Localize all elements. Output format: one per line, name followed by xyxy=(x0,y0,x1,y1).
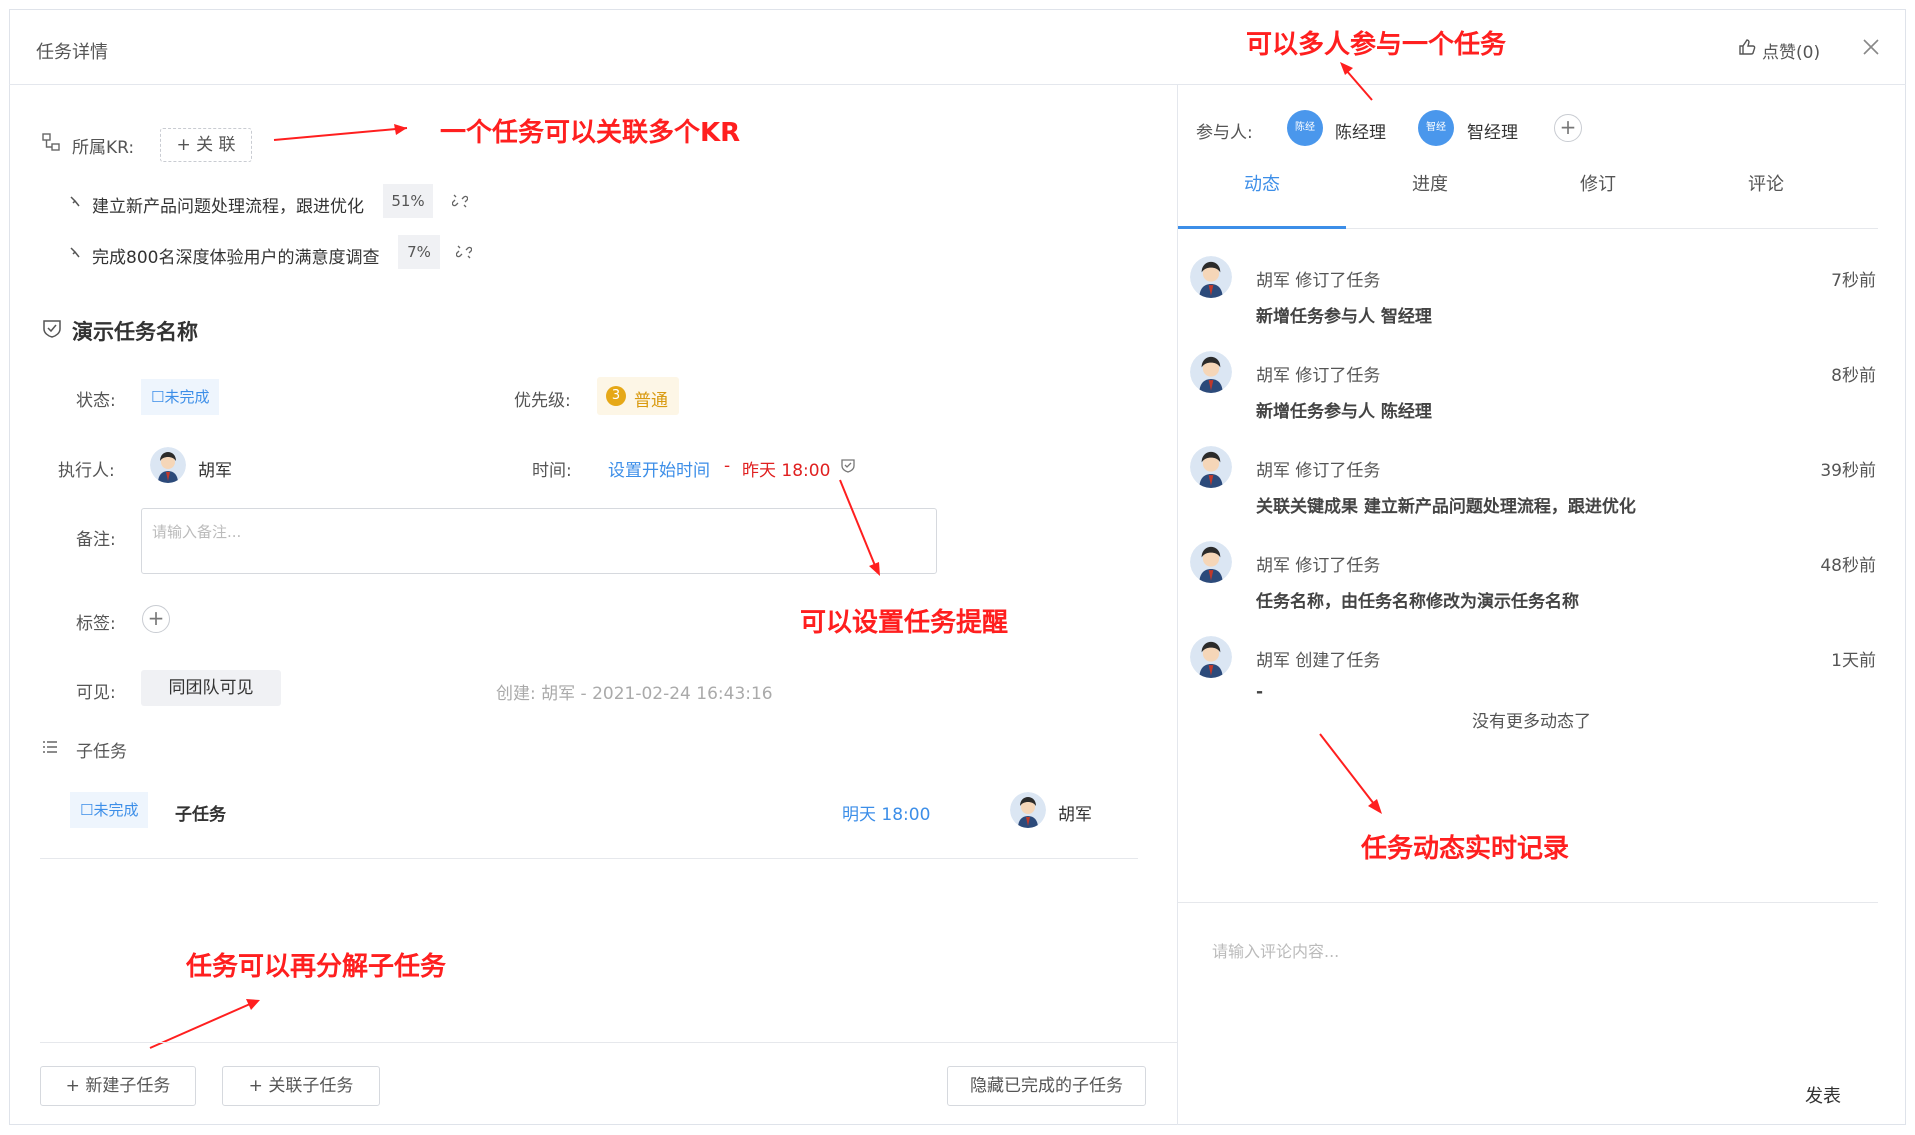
annotation-multi-kr: 一个任务可以关联多个KR xyxy=(440,118,741,148)
activity-time: 7秒前 xyxy=(1831,271,1876,291)
header-divider xyxy=(9,84,1906,85)
status-badge[interactable]: ☐未完成 xyxy=(141,379,220,415)
subtask-name[interactable]: 子任务 xyxy=(175,800,226,825)
participant-avatar[interactable]: 智经 xyxy=(1418,110,1454,146)
annotation-arrow xyxy=(272,120,422,150)
status-label: 状态: xyxy=(76,391,116,411)
assignee-label: 执行人: xyxy=(58,461,115,481)
subtask-due[interactable]: 明天 18:00 xyxy=(842,800,930,825)
participants-label: 参与人: xyxy=(1196,123,1253,143)
avatar xyxy=(1190,256,1232,298)
tags-label: 标签: xyxy=(76,614,116,634)
avatar xyxy=(1190,446,1232,488)
link-icon xyxy=(68,244,84,260)
annotation-subtask-split: 任务可以再分解子任务 xyxy=(186,952,447,982)
tab-progress[interactable]: 进度 xyxy=(1346,170,1514,196)
note-label: 备注: xyxy=(76,530,116,550)
avatar[interactable] xyxy=(1010,792,1046,828)
annotation-arrow xyxy=(146,996,266,1052)
participant-name[interactable]: 陈经理 xyxy=(1335,118,1386,143)
assignee-name[interactable]: 胡军 xyxy=(198,456,232,481)
avatar xyxy=(1190,541,1232,583)
note-placeholder: 请输入备注... xyxy=(152,523,242,541)
activity-actor: 胡军 创建了任务 xyxy=(1256,651,1381,671)
avatar xyxy=(1190,636,1232,678)
link-subtask-button[interactable]: + 关联子任务 xyxy=(222,1066,380,1106)
add-participant-button[interactable]: + xyxy=(1554,114,1582,142)
time-separator: - xyxy=(724,456,731,476)
start-time-link[interactable]: 设置开始时间 xyxy=(608,456,710,481)
priority-number: 3 xyxy=(606,386,626,406)
active-tab-indicator xyxy=(1178,226,1346,229)
annotation-multi-people: 可以多人参与一个任务 xyxy=(1246,30,1507,60)
visibility-select[interactable]: 同团队可见 xyxy=(141,670,281,706)
new-subtask-button[interactable]: + 新建子任务 xyxy=(40,1066,196,1106)
priority-badge[interactable]: 3 普通 xyxy=(597,377,679,415)
subtask-assignee[interactable]: 胡军 xyxy=(1058,800,1092,825)
shield-check-icon xyxy=(42,318,62,338)
activity-detail: 任务名称，由任务名称修改为演示任务名称 xyxy=(1256,592,1579,612)
unlink-icon[interactable] xyxy=(455,244,473,260)
comment-divider xyxy=(1178,902,1878,903)
hide-completed-button[interactable]: 隐藏已完成的子任务 xyxy=(947,1066,1146,1106)
participant-avatar[interactable]: 陈经 xyxy=(1287,110,1323,146)
subtask-status-badge[interactable]: ☐未完成 xyxy=(70,792,149,828)
unlink-icon[interactable] xyxy=(451,193,469,209)
like-button[interactable]: 点赞(0) xyxy=(1762,38,1820,63)
submit-comment-button[interactable]: 发表 xyxy=(1805,1082,1841,1108)
avatar xyxy=(1190,351,1232,393)
activity-detail: 新增任务参与人 陈经理 xyxy=(1256,402,1432,422)
activity-actor: 胡军 修订了任务 xyxy=(1256,461,1381,481)
avatar[interactable] xyxy=(150,447,186,483)
created-info: 创建: 胡军 - 2021-02-24 16:43:16 xyxy=(496,684,773,704)
priority-label: 优先级: xyxy=(514,391,571,411)
tab-revisions[interactable]: 修订 xyxy=(1514,170,1682,196)
comment-input[interactable]: 请输入评论内容... xyxy=(1212,938,1339,962)
priority-value: 普通 xyxy=(634,391,668,411)
annotation-arrow xyxy=(1316,730,1388,818)
hierarchy-icon xyxy=(42,133,60,151)
activity-detail: 新增任务参与人 智经理 xyxy=(1256,307,1432,327)
activity-time: 1天前 xyxy=(1831,651,1876,671)
list-icon xyxy=(42,739,58,755)
kr-item-text[interactable]: 完成800名深度体验用户的满意度调查 xyxy=(92,243,379,268)
annotation-arrow xyxy=(1336,58,1378,104)
activity-time: 39秒前 xyxy=(1820,461,1876,481)
link-kr-button[interactable]: + 关 联 xyxy=(160,128,252,162)
kr-item-text[interactable]: 建立新产品问题处理流程，跟进优化 xyxy=(92,192,364,217)
due-time[interactable]: 昨天 18:00 xyxy=(742,456,830,481)
footer-divider xyxy=(40,1042,1177,1043)
kr-progress-badge: 51% xyxy=(383,184,433,218)
activity-detail: - xyxy=(1256,682,1264,702)
participant-name[interactable]: 智经理 xyxy=(1467,118,1518,143)
annotation-reminder: 可以设置任务提醒 xyxy=(800,608,1009,638)
close-icon[interactable] xyxy=(1862,38,1880,56)
subtask-divider xyxy=(40,858,1138,859)
activity-actor: 胡军 修订了任务 xyxy=(1256,271,1381,291)
activity-time: 48秒前 xyxy=(1820,556,1876,576)
thumbs-up-icon[interactable] xyxy=(1738,38,1756,56)
reminder-icon[interactable] xyxy=(840,457,856,473)
subtasks-title: 子任务 xyxy=(76,742,127,762)
panel-divider xyxy=(1177,85,1178,1125)
link-icon xyxy=(68,193,84,209)
visible-label: 可见: xyxy=(76,683,116,703)
page-title: 任务详情 xyxy=(36,42,108,63)
tab-comments[interactable]: 评论 xyxy=(1682,170,1850,196)
kr-progress-badge: 7% xyxy=(398,235,440,269)
annotation-activity-log: 任务动态实时记录 xyxy=(1361,834,1570,864)
annotation-arrow xyxy=(836,476,886,580)
note-input[interactable]: 请输入备注... xyxy=(141,508,937,574)
add-tag-button[interactable]: + xyxy=(142,605,170,633)
time-label: 时间: xyxy=(532,461,572,481)
activity-detail: 关联关键成果 建立新产品问题处理流程，跟进优化 xyxy=(1256,497,1636,517)
activity-actor: 胡军 修订了任务 xyxy=(1256,366,1381,386)
task-name[interactable]: 演示任务名称 xyxy=(72,316,198,346)
activity-time: 8秒前 xyxy=(1831,366,1876,386)
activity-actor: 胡军 修订了任务 xyxy=(1256,556,1381,576)
tab-activity[interactable]: 动态 xyxy=(1178,170,1346,196)
no-more-activity: 没有更多动态了 xyxy=(1472,712,1591,732)
kr-label: 所属KR: xyxy=(72,138,135,158)
